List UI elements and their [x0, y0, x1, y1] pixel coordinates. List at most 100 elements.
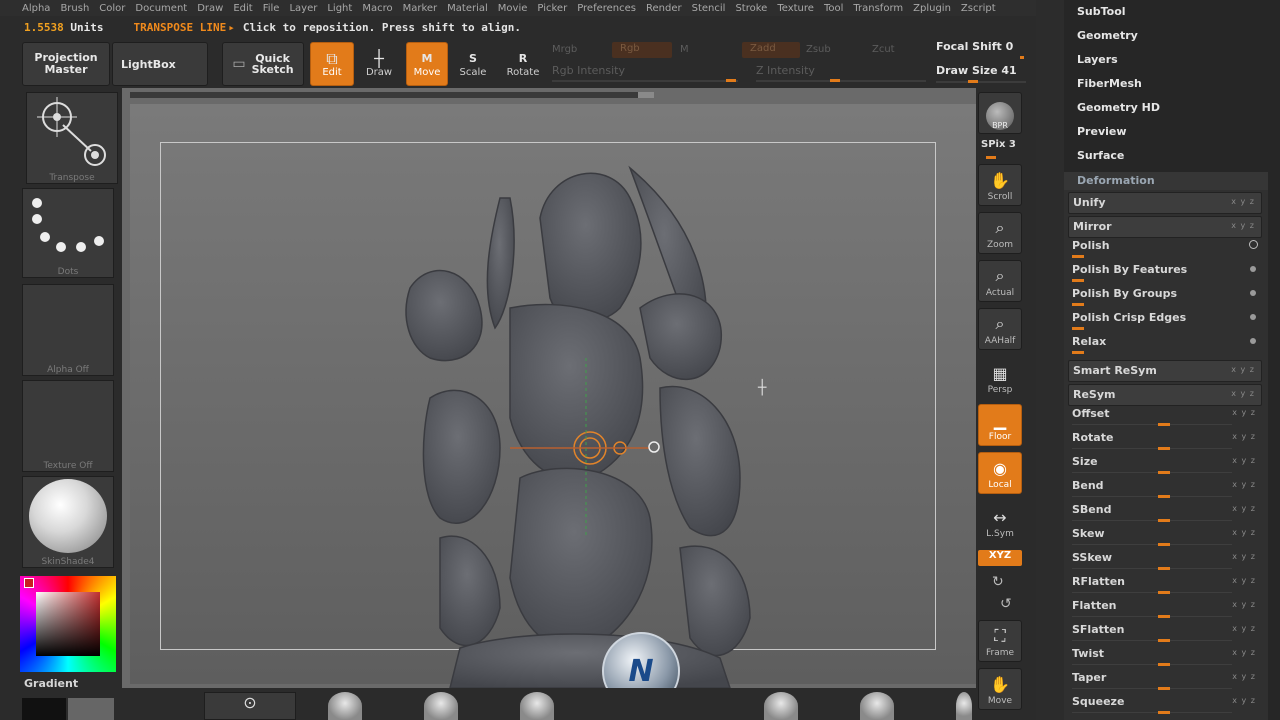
- polish-crisp-edges-slider-toggle-icon[interactable]: [1250, 314, 1256, 320]
- spix-slider[interactable]: SPix 3: [981, 139, 1016, 150]
- rflatten-slider-knob[interactable]: [1158, 591, 1170, 594]
- sflatten-slider-knob[interactable]: [1158, 639, 1170, 642]
- polish-crisp-edges-slider[interactable]: Polish Crisp Edges: [1068, 308, 1262, 330]
- unify-button-axis-marks[interactable]: x y z: [1231, 197, 1255, 206]
- actual-button[interactable]: ⌕ Actual: [978, 260, 1022, 302]
- offset-slider[interactable]: Offset x y z: [1068, 404, 1262, 426]
- main-color-swatch[interactable]: [24, 578, 34, 588]
- palette-menu-subtool[interactable]: SubTool: [1077, 5, 1126, 18]
- palette-menu-geometry[interactable]: Geometry: [1077, 29, 1138, 42]
- mirror-button-axis-marks[interactable]: x y z: [1231, 221, 1255, 230]
- taper-slider-track[interactable]: [1072, 688, 1232, 689]
- zadd-button[interactable]: Zadd: [742, 42, 800, 58]
- polish-by-groups-slider-toggle-icon[interactable]: [1250, 290, 1256, 296]
- menu-layer[interactable]: Layer: [289, 3, 317, 14]
- polish-by-features-slider-knob[interactable]: [1072, 279, 1084, 282]
- menu-picker[interactable]: Picker: [537, 3, 567, 14]
- menu-edit[interactable]: Edit: [233, 3, 252, 14]
- resym-button[interactable]: ReSym x y z: [1068, 384, 1262, 406]
- offset-slider-knob[interactable]: [1158, 423, 1170, 426]
- z-intensity-knob[interactable]: [830, 79, 840, 82]
- sflatten-slider-track[interactable]: [1072, 640, 1232, 641]
- sskew-slider-knob[interactable]: [1158, 567, 1170, 570]
- size-slider-track[interactable]: [1072, 472, 1232, 473]
- flatten-slider-axis-marks[interactable]: x y z: [1232, 600, 1256, 609]
- menu-document[interactable]: Document: [135, 3, 187, 14]
- move-view-button[interactable]: ✋ Move: [978, 668, 1022, 710]
- quick-sketch-button[interactable]: ▭ Quick Sketch: [222, 42, 304, 86]
- mrgb-button[interactable]: Mrgb: [552, 44, 577, 55]
- rotate-button[interactable]: R Rotate: [502, 42, 544, 86]
- size-slider-knob[interactable]: [1158, 471, 1170, 474]
- rgb-intensity-knob[interactable]: [726, 79, 736, 82]
- palette-menu-preview[interactable]: Preview: [1077, 125, 1127, 138]
- canvas-scrollbar[interactable]: [130, 92, 650, 98]
- focal-shift-slider[interactable]: Focal Shift 0: [936, 40, 1013, 53]
- sskew-slider-track[interactable]: [1072, 568, 1232, 569]
- polish-by-features-slider[interactable]: Polish By Features: [1068, 260, 1262, 282]
- bend-slider-knob[interactable]: [1158, 495, 1170, 498]
- polish-by-groups-slider[interactable]: Polish By Groups: [1068, 284, 1262, 306]
- rotate-slider[interactable]: Rotate x y z: [1068, 428, 1262, 450]
- z-intensity-slider[interactable]: Z Intensity: [756, 64, 815, 77]
- bend-slider-axis-marks[interactable]: x y z: [1232, 480, 1256, 489]
- palette-menu-fibermesh[interactable]: FiberMesh: [1077, 77, 1142, 90]
- move-button[interactable]: M Move: [406, 42, 448, 86]
- sbend-slider[interactable]: SBend x y z: [1068, 500, 1262, 522]
- squeeze-slider-knob[interactable]: [1158, 711, 1170, 714]
- shelf-brush-3[interactable]: [520, 692, 554, 720]
- m-button[interactable]: M: [680, 44, 689, 55]
- draw-size-track[interactable]: [936, 81, 1026, 83]
- rgb-intensity-track[interactable]: [552, 80, 738, 82]
- menu-light[interactable]: Light: [327, 3, 352, 14]
- twist-slider-axis-marks[interactable]: x y z: [1232, 648, 1256, 657]
- sflatten-slider[interactable]: SFlatten x y z: [1068, 620, 1262, 642]
- squeeze-slider-axis-marks[interactable]: x y z: [1232, 696, 1256, 705]
- edit-button[interactable]: ⧉ Edit: [310, 42, 354, 86]
- polish-by-groups-slider-knob[interactable]: [1072, 303, 1084, 306]
- lightbox-button[interactable]: LightBox: [112, 42, 208, 86]
- rflatten-slider-axis-marks[interactable]: x y z: [1232, 576, 1256, 585]
- color-picker-square[interactable]: [36, 592, 100, 656]
- rotate-slider-track[interactable]: [1072, 448, 1232, 449]
- unify-button[interactable]: Unify x y z: [1068, 192, 1262, 214]
- menu-stroke[interactable]: Stroke: [735, 3, 767, 14]
- offset-slider-track[interactable]: [1072, 424, 1232, 425]
- flatten-slider-track[interactable]: [1072, 616, 1232, 617]
- menu-preferences[interactable]: Preferences: [577, 3, 636, 14]
- relax-slider-knob[interactable]: [1072, 351, 1084, 354]
- zsub-button[interactable]: Zsub: [806, 44, 831, 55]
- projection-master-button[interactable]: Projection Master: [22, 42, 110, 86]
- color-picker[interactable]: [20, 576, 116, 672]
- flatten-slider[interactable]: Flatten x y z: [1068, 596, 1262, 618]
- zoom-button[interactable]: ⌕ Zoom: [978, 212, 1022, 254]
- smart-resym-button[interactable]: Smart ReSym x y z: [1068, 360, 1262, 382]
- squeeze-slider[interactable]: Squeeze x y z: [1068, 692, 1262, 714]
- menu-alpha[interactable]: Alpha: [22, 3, 50, 14]
- sflatten-slider-axis-marks[interactable]: x y z: [1232, 624, 1256, 633]
- offset-slider-axis-marks[interactable]: x y z: [1232, 408, 1256, 417]
- shelf-brush-4[interactable]: [764, 692, 798, 720]
- rotate-y-icon[interactable]: ↻: [992, 574, 1004, 590]
- palette-menu-layers[interactable]: Layers: [1077, 53, 1118, 66]
- rotate-z-icon[interactable]: ↺: [1000, 596, 1012, 612]
- focal-shift-knob[interactable]: [1020, 56, 1024, 59]
- menu-movie[interactable]: Movie: [498, 3, 528, 14]
- draw-button[interactable]: ┼ Draw: [358, 42, 400, 86]
- scale-button[interactable]: S Scale: [452, 42, 494, 86]
- taper-slider[interactable]: Taper x y z: [1068, 668, 1262, 690]
- floor-button[interactable]: ▁ Floor: [978, 404, 1022, 446]
- persp-button[interactable]: ▦ Persp: [978, 356, 1022, 398]
- rotate-slider-axis-marks[interactable]: x y z: [1232, 432, 1256, 441]
- rflatten-slider[interactable]: RFlatten x y z: [1068, 572, 1262, 594]
- menu-file[interactable]: File: [263, 3, 280, 14]
- material-thumb[interactable]: SkinShade4: [22, 476, 114, 568]
- palette-menu-surface[interactable]: Surface: [1077, 149, 1124, 162]
- menu-transform[interactable]: Transform: [853, 3, 903, 14]
- canvas-scroll-thumb[interactable]: [638, 92, 654, 98]
- smart-resym-button-axis-marks[interactable]: x y z: [1231, 365, 1255, 374]
- shelf-brush-1[interactable]: [328, 692, 362, 720]
- aahalf-button[interactable]: ⌕ AAHalf: [978, 308, 1022, 350]
- sbend-slider-track[interactable]: [1072, 520, 1232, 521]
- menu-macro[interactable]: Macro: [362, 3, 392, 14]
